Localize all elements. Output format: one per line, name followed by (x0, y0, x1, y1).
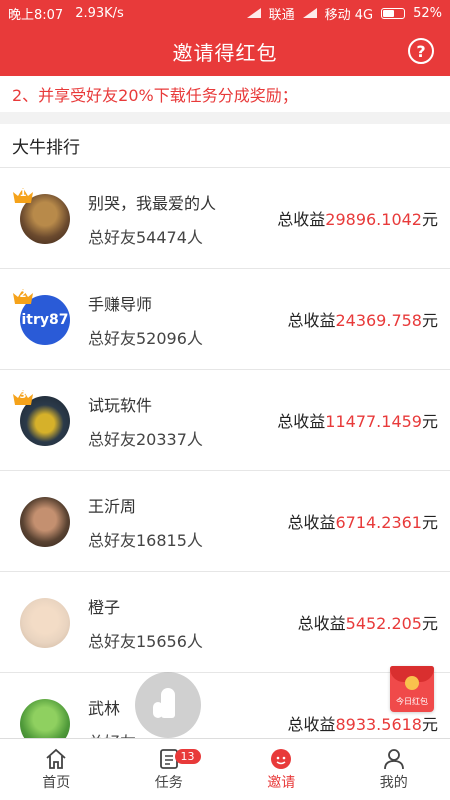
tab-label: 我的 (379, 775, 408, 791)
tab-label: 任务 (154, 775, 183, 791)
user-name: 别哭，我最爱的人 (88, 194, 217, 213)
status-carrier-2: 移动 4G (324, 7, 374, 23)
signal-icon-2 (302, 8, 317, 18)
crown-rank-icon: 3 (12, 388, 34, 406)
total-earnings: 总收益6714.2361元 (287, 513, 438, 532)
floating-assistive-button[interactable] (135, 672, 201, 738)
user-name: 手赚导师 (88, 295, 153, 314)
ranking-row-4[interactable]: 王沂周 总好友16815人 总收益6714.2361元 (0, 471, 450, 572)
avatar (20, 497, 70, 547)
invite-icon (271, 749, 292, 769)
earnings-amount: 5452.205 (345, 614, 422, 633)
red-packet-seal (405, 676, 419, 690)
status-carrier-1: 联通 (268, 7, 295, 23)
tab-profile[interactable]: 我的 (338, 739, 450, 800)
home-icon (46, 748, 66, 769)
status-battery: 52% (413, 5, 442, 21)
tab-label: 邀请 (267, 775, 296, 791)
invite-rule-line: 2、并享受好友20%下载任务分成奖励； (0, 76, 450, 112)
tab-label: 首页 (42, 775, 71, 791)
status-time: 晚上8:07 (8, 7, 64, 23)
user-name: 王沂周 (88, 497, 137, 516)
earnings-amount: 11477.1459 (325, 412, 422, 431)
tab-invite[interactable]: 邀请 (225, 739, 338, 800)
red-packet-label: 今日红包 (396, 697, 428, 706)
user-name: 橙子 (88, 598, 121, 617)
tab-home[interactable]: 首页 (0, 739, 113, 800)
friend-count: 总好友54474人 (88, 228, 203, 247)
total-earnings: 总收益24369.758元 (287, 311, 438, 330)
tab-tasks[interactable]: 13 任务 (113, 739, 226, 800)
status-bar: 晚上8:07 2.93K/s 联通 移动 4G 52% (0, 0, 450, 26)
earnings-amount: 6714.2361 (335, 513, 422, 532)
crown-rank-icon: 2 (12, 287, 34, 305)
header-bar: 邀请得红包 ? (0, 26, 450, 76)
ranking-list: 1 别哭，我最爱的人 总好友54474人 总收益29896.1042元 itry… (0, 168, 450, 774)
status-network-speed: 2.93K/s (75, 5, 124, 21)
signal-icon (246, 8, 261, 18)
task-badge: 13 (174, 749, 201, 764)
battery-icon (381, 7, 406, 19)
ranking-row-1[interactable]: 1 别哭，我最爱的人 总好友54474人 总收益29896.1042元 (0, 168, 450, 269)
red-packet-icon[interactable]: 今日红包 (390, 666, 434, 712)
friend-count: 总好友20337人 (88, 430, 203, 449)
friend-count: 总好友15656人 (88, 632, 203, 651)
crown-rank-icon: 1 (12, 186, 34, 204)
profile-icon (383, 749, 404, 770)
total-earnings: 总收益5452.205元 (297, 614, 438, 633)
ranking-row-2[interactable]: itry87 2 手赚导师 总好友52096人 总收益24369.758元 (0, 269, 450, 370)
bottom-tab-bar: 首页 13 任务 邀请 我的 (0, 738, 450, 800)
ranking-row-5[interactable]: 橙子 总好友15656人 总收益5452.205元 (0, 572, 450, 673)
earnings-amount: 24369.758 (335, 311, 422, 330)
help-circle-icon[interactable]: ? (408, 38, 434, 64)
friend-count: 总好友52096人 (88, 329, 203, 348)
earnings-amount: 8933.5618 (335, 715, 422, 734)
page-title: 邀请得红包 (172, 40, 278, 65)
total-earnings: 总收益11477.1459元 (277, 412, 438, 431)
ranking-row-3[interactable]: 3 试玩软件 总好友20337人 总收益11477.1459元 (0, 370, 450, 471)
friend-count: 总好友16815人 (88, 531, 203, 550)
user-name: 试玩软件 (88, 396, 153, 415)
earnings-amount: 29896.1042 (325, 210, 422, 229)
user-name: 武林 (88, 699, 121, 718)
ranking-section-title: 大牛排行 (0, 124, 450, 168)
total-earnings: 总收益8933.5618元 (287, 715, 438, 734)
total-earnings: 总收益29896.1042元 (277, 210, 438, 229)
avatar (20, 598, 70, 648)
